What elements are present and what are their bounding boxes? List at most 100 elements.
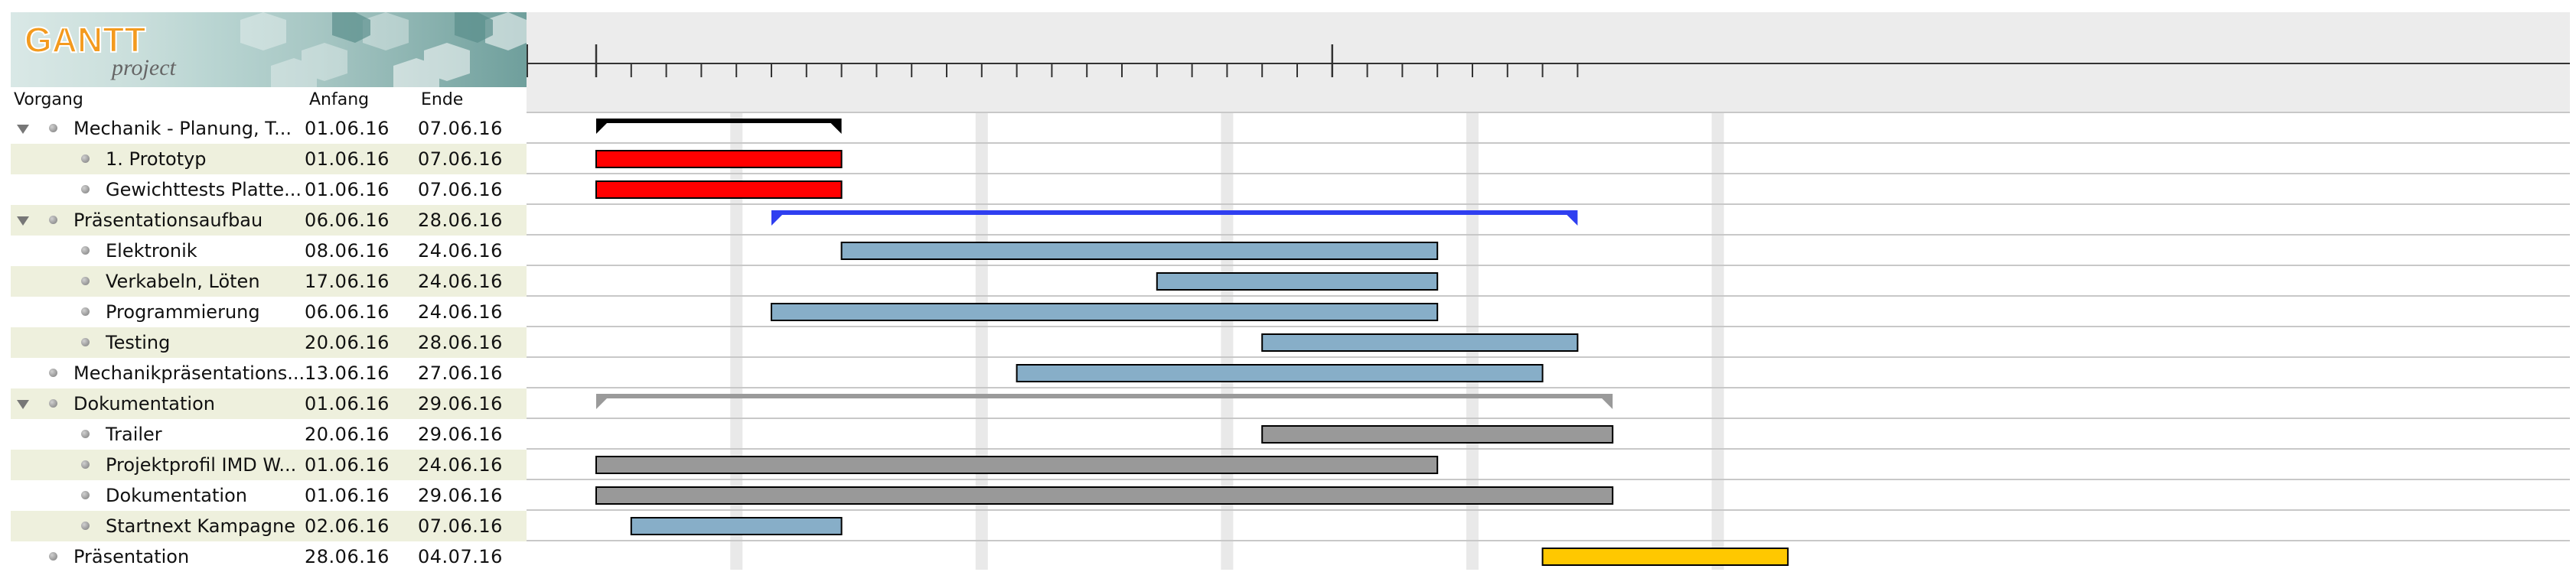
task-row[interactable]: Projektprofil IMD W... 01.06.16 24.06.16 [11,450,527,480]
task-end-date[interactable]: 07.06.16 [418,144,503,174]
task-end-date[interactable]: 27.06.16 [418,358,503,388]
summary-bar-start-cap [596,123,607,134]
task-table: GANTT project Vorgang Anfang Ende Mechan… [0,0,527,570]
task-row[interactable]: Elektronik 08.06.16 24.06.16 [11,236,527,266]
weekend-stripe [1711,112,1724,570]
task-name[interactable]: Präsentation [73,541,309,572]
summary-bar-start-cap [596,398,607,409]
task-row[interactable]: Trailer 20.06.16 29.06.16 [11,419,527,450]
task-row[interactable]: Präsentationsaufbau 06.06.16 28.06.16 [11,205,527,236]
task-name[interactable]: Testing [106,327,309,358]
task-start-date[interactable]: 06.06.16 [305,297,390,327]
task-end-date[interactable]: 24.06.16 [418,236,503,266]
task-end-date[interactable]: 29.06.16 [418,388,503,419]
task-end-date[interactable]: 07.06.16 [418,174,503,205]
task-name[interactable]: Programmierung [106,297,309,327]
task-start-date[interactable]: 28.06.16 [305,541,390,572]
task-bar [630,517,843,535]
task-dot-icon [49,552,57,561]
task-name[interactable]: Startnext Kampagne [106,511,309,541]
task-row[interactable]: Dokumentation 01.06.16 29.06.16 [11,388,527,419]
task-row[interactable]: Testing 20.06.16 28.06.16 [11,327,527,358]
task-start-date[interactable]: 02.06.16 [305,511,390,541]
task-bar [595,456,1439,474]
task-bar [771,303,1439,321]
task-name[interactable]: Verkabeln, Löten [106,266,309,297]
task-name[interactable]: Elektronik [106,236,309,266]
task-dot-icon [49,369,57,377]
task-row[interactable]: Gewichttests Platte... 01.06.16 07.06.16 [11,174,527,205]
task-start-date[interactable]: 01.06.16 [305,388,390,419]
task-name[interactable]: Mechanik - Planung, T... [73,113,309,144]
column-header-end[interactable]: Ende [421,87,463,112]
summary-bar-end-cap [1602,398,1613,409]
task-start-date[interactable]: 13.06.16 [305,358,390,388]
task-name[interactable]: Gewichttests Platte... [106,174,309,205]
task-start-date[interactable]: 17.06.16 [305,266,390,297]
task-start-date[interactable]: 01.06.16 [305,144,390,174]
gantt-chart [527,0,2576,570]
task-row[interactable]: Dokumentation 01.06.16 29.06.16 [11,480,527,511]
task-name[interactable]: Trailer [106,419,309,450]
task-dot-icon [49,216,57,224]
task-row[interactable]: Mechanik - Planung, T... 01.06.16 07.06.16 [11,113,527,144]
task-dot-icon [81,154,90,163]
task-start-date[interactable]: 20.06.16 [305,419,390,450]
task-start-date[interactable]: 20.06.16 [305,327,390,358]
task-end-date[interactable]: 04.07.16 [418,541,503,572]
task-bar [595,180,843,199]
task-start-date[interactable]: 08.06.16 [305,236,390,266]
task-name[interactable]: Projektprofil IMD W... [106,450,309,480]
task-bar [1016,364,1544,382]
task-name[interactable]: Dokumentation [106,480,309,511]
summary-bar-end-cap [1567,215,1578,226]
task-dot-icon [81,246,90,255]
task-end-date[interactable]: 29.06.16 [418,480,503,511]
task-end-date[interactable]: 24.06.16 [418,297,503,327]
column-header-start[interactable]: Anfang [309,87,369,112]
task-end-date[interactable]: 07.06.16 [418,113,503,144]
task-dot-icon [81,338,90,346]
task-end-date[interactable]: 29.06.16 [418,419,503,450]
task-end-date[interactable]: 28.06.16 [418,327,503,358]
task-start-date[interactable]: 01.06.16 [305,480,390,511]
summary-bar [596,394,1613,398]
task-dot-icon [81,185,90,193]
gantt-canvas [527,44,2570,570]
task-bar [1261,425,1614,444]
task-end-date[interactable]: 28.06.16 [418,205,503,236]
task-name[interactable]: Mechanikpräsentations... [73,358,309,388]
triangle-down-icon[interactable] [17,216,29,226]
triangle-down-icon[interactable] [17,125,29,134]
task-dot-icon [49,399,57,408]
task-start-date[interactable]: 01.06.16 [305,174,390,205]
task-end-date[interactable]: 07.06.16 [418,511,503,541]
column-header-name[interactable]: Vorgang [14,87,83,112]
task-dot-icon [81,430,90,438]
task-bar [1261,333,1579,352]
task-end-date[interactable]: 24.06.16 [418,266,503,297]
triangle-down-icon[interactable] [17,400,29,409]
task-row[interactable]: Startnext Kampagne 02.06.16 07.06.16 [11,511,527,541]
task-name[interactable]: Präsentationsaufbau [73,205,309,236]
task-dot-icon [81,522,90,530]
summary-bar [771,210,1578,215]
task-row[interactable]: Programmierung 06.06.16 24.06.16 [11,297,527,327]
task-end-date[interactable]: 24.06.16 [418,450,503,480]
summary-bar-start-cap [771,215,782,226]
task-row[interactable]: Verkabeln, Löten 17.06.16 24.06.16 [11,266,527,297]
task-name[interactable]: Dokumentation [73,388,309,419]
task-bar [840,242,1439,260]
task-row[interactable]: Präsentation 28.06.16 04.07.16 [11,541,527,572]
task-start-date[interactable]: 01.06.16 [305,113,390,144]
task-row[interactable]: Mechanikpräsentations... 13.06.16 27.06.16 [11,358,527,388]
task-start-date[interactable]: 01.06.16 [305,450,390,480]
task-bar [1541,548,1789,566]
task-name[interactable]: 1. Prototyp [106,144,309,174]
task-dot-icon [81,307,90,316]
task-start-date[interactable]: 06.06.16 [305,205,390,236]
task-row[interactable]: 1. Prototyp 01.06.16 07.06.16 [11,144,527,174]
logo-word-gantt: GANTT [24,20,145,60]
logo-graphic: GANTT project [24,12,527,87]
task-dot-icon [81,460,90,469]
